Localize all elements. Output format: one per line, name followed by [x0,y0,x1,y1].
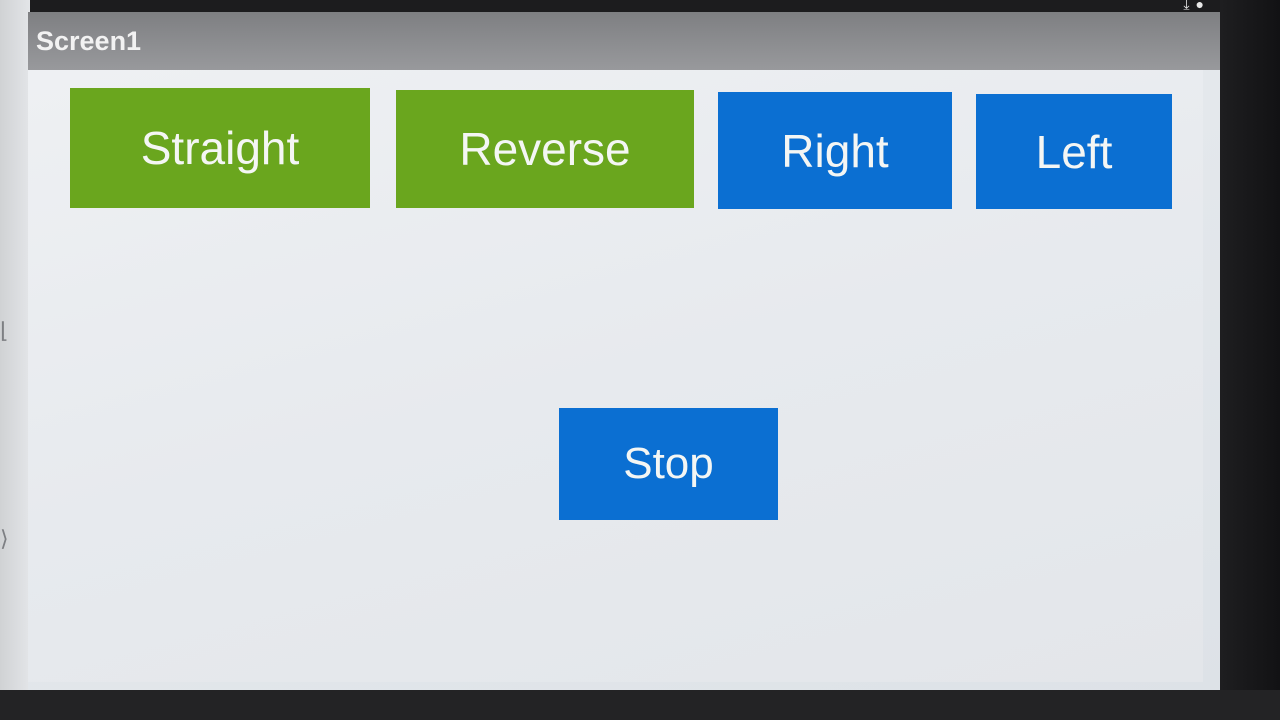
side-panel-arrow-icon: ⟩ [0,526,9,551]
screen-title: Screen1 [36,26,142,56]
download-icon: ⤓ [1183,0,1196,12]
chat-bubble-icon: ● [1195,0,1210,12]
stop-button[interactable]: Stop [559,408,778,520]
device-bezel-top: ⤓● [0,0,1280,12]
app-screen: Screen1 Straight Reverse Right Left Stop [28,12,1223,694]
title-bar: Screen1 [28,12,1223,70]
device-bezel-bottom [0,690,1280,720]
side-panel: ⌊ ⟩ [0,0,30,700]
side-panel-icon: ⌊ [0,318,9,343]
content-area: Straight Reverse Right Left Stop [28,70,1203,682]
right-button[interactable]: Right [718,92,952,209]
reverse-button[interactable]: Reverse [396,90,694,208]
straight-button[interactable]: Straight [70,88,370,208]
device-bezel-right [1220,0,1280,720]
left-button[interactable]: Left [976,94,1172,209]
